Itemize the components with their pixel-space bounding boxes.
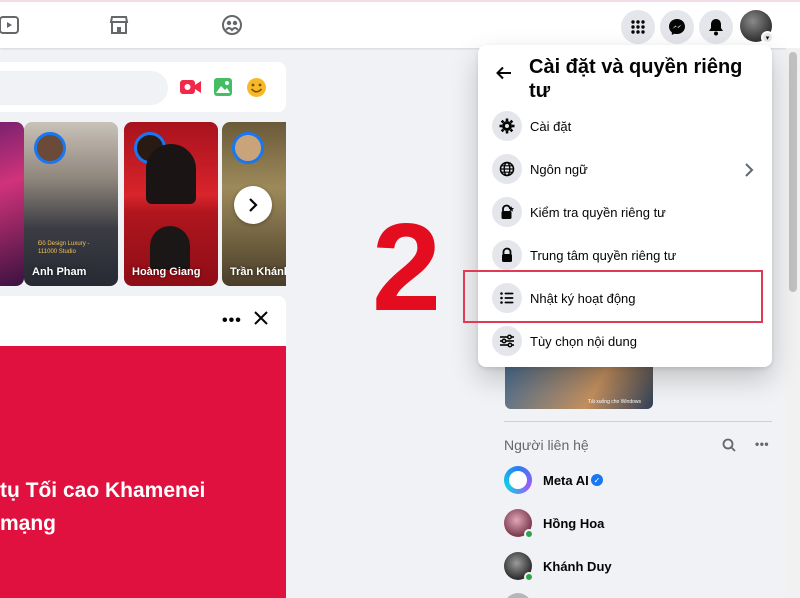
story-avatar: [34, 132, 66, 164]
scrollbar-thumb[interactable]: [789, 52, 797, 292]
stories-next-button[interactable]: [234, 186, 272, 224]
feed-post: ••• tụ Tối cao Khamenei mạng: [0, 296, 286, 598]
contact-item[interactable]: Meta AI ✓: [502, 464, 762, 500]
contact-item[interactable]: Hồng Hoa: [502, 507, 762, 543]
meta-ai-icon: [504, 466, 532, 494]
online-indicator: [524, 529, 534, 539]
menu-item-label: Tùy chọn nội dung: [530, 334, 637, 349]
notifications-button[interactable]: [699, 10, 733, 44]
menu-item-label: Cài đặt: [530, 119, 572, 134]
lock-check-icon: [492, 197, 522, 227]
menu-item-content-preferences[interactable]: Tùy chọn nội dung: [486, 321, 764, 364]
close-icon[interactable]: [253, 310, 269, 331]
groups-icon[interactable]: [219, 12, 245, 38]
story-card[interactable]: Đồ Design Luxury - 111000 Studio Anh Pha…: [24, 122, 118, 286]
story-overlay-text: Đồ Design Luxury - 111000 Studio: [38, 241, 90, 255]
menu-item-label: Ngôn ngữ: [530, 162, 588, 177]
menu-grid-button[interactable]: [621, 10, 655, 44]
avatar: [504, 593, 532, 598]
gear-icon: [492, 111, 522, 141]
top-navigation-bar: ▾: [0, 0, 800, 48]
headline-line: mạng: [0, 512, 57, 535]
highlight-box: [463, 270, 763, 323]
more-options-icon[interactable]: •••: [755, 437, 769, 451]
sponsored-image[interactable]: Tải xuống cho Windows: [505, 367, 653, 409]
divider: [504, 421, 772, 422]
live-video-icon[interactable]: [180, 78, 202, 101]
messenger-icon: [669, 19, 685, 35]
grid-icon: [631, 20, 645, 34]
contact-item[interactable]: Khánh Duy: [502, 550, 762, 586]
story-avatar: [232, 132, 264, 164]
video-icon[interactable]: [0, 12, 22, 38]
lock-icon: [492, 240, 522, 270]
contacts-title: Người liên hệ: [504, 437, 589, 453]
menu-item-language[interactable]: Ngôn ngữ: [486, 149, 764, 192]
headline-line: tụ Tối cao Khamenei: [0, 479, 206, 502]
story-person-photo: [146, 144, 196, 204]
online-indicator: [524, 572, 534, 582]
photo-video-icon[interactable]: [213, 77, 233, 102]
chevron-right-icon: [744, 162, 754, 183]
story-name: Anh Pham: [32, 266, 87, 278]
marketplace-icon[interactable]: [106, 12, 132, 38]
story-card[interactable]: Hoàng Giang: [124, 122, 218, 286]
menu-title: Cài đặt và quyền riêng tư: [529, 56, 743, 102]
globe-icon: [492, 154, 522, 184]
contact-name: Meta AI: [543, 473, 589, 488]
feeling-activity-icon[interactable]: [246, 77, 267, 103]
story-person-photo: [150, 226, 190, 270]
messenger-button[interactable]: [660, 10, 694, 44]
sliders-icon: [492, 326, 522, 356]
post-image[interactable]: tụ Tối cao Khamenei mạng: [0, 346, 286, 598]
back-arrow-icon[interactable]: [492, 61, 516, 85]
menu-item-label: Kiểm tra quyền riêng tư: [530, 205, 666, 220]
menu-item-label: Trung tâm quyền riêng tư: [530, 248, 677, 263]
contact-name: Khánh Duy: [543, 559, 612, 574]
step-number-annotation: 2: [372, 199, 441, 337]
verified-badge-icon: ✓: [591, 474, 603, 486]
whats-on-your-mind-input[interactable]: [0, 71, 168, 105]
chevron-right-icon: [249, 198, 258, 212]
post-headline: tụ Tối cao Khamenei mạng: [0, 474, 280, 540]
story-card[interactable]: [0, 122, 24, 286]
contact-name: Hồng Hoa: [543, 516, 605, 531]
menu-item-privacy-checkup[interactable]: Kiểm tra quyền riêng tư: [486, 192, 764, 235]
story-name: Hoàng Giang: [132, 266, 201, 278]
menu-item-settings[interactable]: Cài đặt: [486, 106, 764, 149]
bell-icon: [709, 19, 723, 36]
chevron-down-icon[interactable]: ▾: [761, 31, 774, 44]
story-name: Trần Khánh: [230, 266, 286, 278]
sponsor-tag: Tải xuống cho Windows: [587, 399, 641, 405]
search-contacts-icon[interactable]: [722, 438, 736, 457]
more-options-icon[interactable]: •••: [222, 312, 242, 330]
post-composer: [0, 62, 286, 112]
